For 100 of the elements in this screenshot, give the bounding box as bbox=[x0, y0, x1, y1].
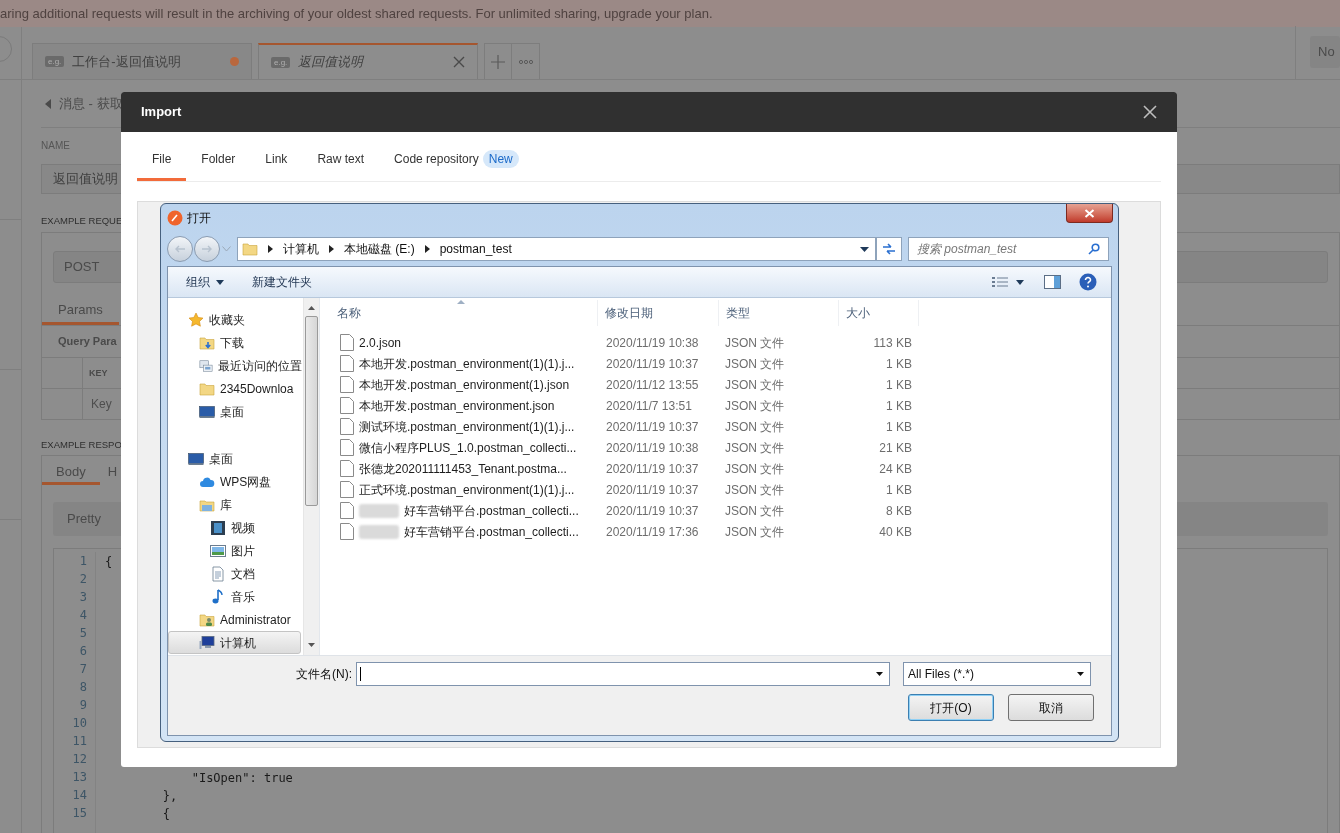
line-number: 9 bbox=[78, 697, 88, 714]
file-name[interactable]: 本地开发.postman_environment(1)(1).j... bbox=[359, 354, 575, 373]
line-number: 8 bbox=[78, 679, 88, 696]
close-button[interactable] bbox=[1066, 204, 1113, 223]
file-date: 2020/11/12 13:55 bbox=[605, 376, 700, 394]
example-badge: e.g. bbox=[45, 56, 65, 67]
breadcrumb: 消息 - 获取 bbox=[59, 94, 123, 113]
window-title: 打开 bbox=[187, 210, 211, 227]
file-icon bbox=[340, 334, 354, 351]
code-line: { bbox=[161, 807, 171, 821]
scroll-up-icon[interactable] bbox=[308, 306, 315, 310]
import-tab[interactable]: Folder bbox=[186, 150, 251, 181]
import-tab[interactable]: File bbox=[137, 150, 187, 181]
notice-banner: aring additional requests will result in the archiving of your oldest shared requests. For unlimited sharing, upgrade your plan. bbox=[0, 0, 1340, 27]
file-type: JSON 文件 bbox=[724, 439, 786, 457]
file-type: JSON 文件 bbox=[724, 481, 786, 499]
nav-item[interactable]: 视频 bbox=[168, 516, 303, 539]
nav-item[interactable]: 收藏夹 bbox=[168, 308, 303, 331]
file-name-field[interactable] bbox=[356, 662, 890, 686]
caret-down-icon bbox=[1016, 279, 1024, 285]
file-name[interactable]: 微信小程序PLUS_1.0.postman_collecti... bbox=[359, 438, 577, 457]
more-tabs-button[interactable] bbox=[512, 43, 540, 79]
preview-pane-icon[interactable] bbox=[1044, 275, 1061, 289]
star-icon bbox=[188, 311, 204, 328]
file-name[interactable]: 2.0.json bbox=[359, 333, 402, 352]
file-name[interactable]: 测试环境.postman_environment(1)(1).j... bbox=[359, 417, 575, 436]
file-icon bbox=[340, 502, 354, 519]
scroll-down-icon[interactable] bbox=[308, 643, 315, 647]
cancel-button[interactable]: 取消 bbox=[1008, 694, 1094, 721]
nav-item[interactable]: 2345Downloa bbox=[168, 377, 303, 400]
file-name[interactable]: 张德龙202011111453_Tenant.postma... bbox=[359, 459, 567, 478]
close-icon[interactable] bbox=[1143, 105, 1157, 119]
file-date: 2020/11/19 17:36 bbox=[605, 523, 700, 541]
open-button[interactable]: 打开(O) bbox=[908, 694, 994, 721]
column-header[interactable]: 修改日期 bbox=[598, 300, 719, 326]
back-button[interactable] bbox=[167, 236, 193, 262]
file-type: JSON 文件 bbox=[724, 523, 786, 541]
file-type: JSON 文件 bbox=[724, 355, 786, 373]
column-header: KEY bbox=[88, 367, 108, 380]
caret-down-icon[interactable] bbox=[876, 672, 883, 676]
dialog-title: Import bbox=[141, 103, 182, 122]
line-number: 2 bbox=[78, 571, 88, 588]
nav-item[interactable]: 桌面 bbox=[168, 400, 303, 423]
nav-item[interactable]: 计算机 bbox=[168, 631, 301, 654]
nav-item[interactable]: Administrator bbox=[168, 608, 303, 631]
close-icon bbox=[1084, 208, 1095, 218]
refresh-button[interactable] bbox=[876, 237, 902, 261]
list-view-icon bbox=[992, 276, 1008, 288]
recent-places-icon bbox=[199, 357, 213, 374]
import-tab[interactable]: Code repository New bbox=[379, 150, 534, 181]
document-icon bbox=[210, 565, 226, 582]
toolbar-button[interactable]: 新建文件夹 bbox=[252, 273, 312, 291]
help-icon[interactable] bbox=[1079, 273, 1097, 291]
import-tab[interactable]: Raw text bbox=[302, 150, 380, 181]
path-segment[interactable]: postman_test bbox=[439, 240, 512, 258]
file-date: 2020/11/19 10:37 bbox=[605, 481, 700, 499]
sub-heading: Query Para bbox=[58, 334, 117, 350]
column-header[interactable]: 大小 bbox=[839, 300, 919, 326]
folder-icon bbox=[242, 241, 258, 257]
file-type-select[interactable]: All Files (*.*) bbox=[903, 662, 1091, 686]
file-type: JSON 文件 bbox=[724, 397, 786, 415]
path-segment[interactable]: 计算机 bbox=[283, 240, 319, 258]
nav-item[interactable]: 文档 bbox=[168, 562, 303, 585]
scroll-thumb[interactable] bbox=[305, 316, 318, 506]
column-header[interactable]: 类型 bbox=[719, 300, 839, 326]
chevron-right-icon bbox=[268, 245, 273, 253]
organize-menu[interactable]: 组织 bbox=[186, 273, 224, 291]
file-date: 2020/11/19 10:38 bbox=[605, 439, 700, 457]
address-bar[interactable]: 计算机 本地磁盘 (E:) postman_test bbox=[237, 237, 876, 261]
path-segment[interactable]: 本地磁盘 (E:) bbox=[344, 240, 415, 258]
file-name[interactable]: 正式环境.postman_environment(1)(1).j... bbox=[359, 480, 575, 499]
search-icon bbox=[1088, 243, 1100, 255]
file-date: 2020/11/19 10:37 bbox=[605, 418, 700, 436]
nav-item[interactable]: 库 bbox=[168, 493, 303, 516]
search-field[interactable]: 搜索 postman_test bbox=[908, 237, 1109, 261]
nav-item[interactable]: 下载 bbox=[168, 331, 303, 354]
caret-left-icon[interactable] bbox=[45, 98, 51, 109]
nav-item[interactable]: WPS网盘 bbox=[168, 470, 303, 493]
film-icon bbox=[210, 519, 226, 536]
file-name[interactable]: 本地开发.postman_environment(1).json bbox=[359, 375, 570, 394]
file-icon bbox=[340, 376, 354, 393]
nav-item[interactable]: 桌面 bbox=[168, 447, 303, 470]
file-name[interactable]: 本地开发.postman_environment.json bbox=[359, 396, 555, 415]
view-menu-button[interactable] bbox=[992, 276, 1024, 288]
file-size: 8 KB bbox=[885, 502, 913, 520]
example-badge: e.g. bbox=[271, 56, 291, 68]
music-note-icon bbox=[210, 588, 226, 605]
nav-item[interactable]: 最近访问的位置 bbox=[168, 354, 303, 377]
refresh-icon bbox=[882, 242, 896, 256]
file-name[interactable]: 好车营销平台.postman_collecti... bbox=[404, 501, 579, 520]
file-name[interactable]: 好车营销平台.postman_collecti... bbox=[404, 522, 579, 541]
line-number: 3 bbox=[78, 589, 88, 606]
nav-item[interactable]: 图片 bbox=[168, 539, 303, 562]
import-tab[interactable]: Link bbox=[250, 150, 303, 181]
nav-item[interactable]: 音乐 bbox=[168, 585, 303, 608]
computer-icon bbox=[199, 634, 215, 651]
line-number: 7 bbox=[78, 661, 88, 678]
forward-button[interactable] bbox=[194, 236, 220, 262]
file-icon bbox=[340, 523, 354, 540]
file-icon bbox=[340, 397, 354, 414]
